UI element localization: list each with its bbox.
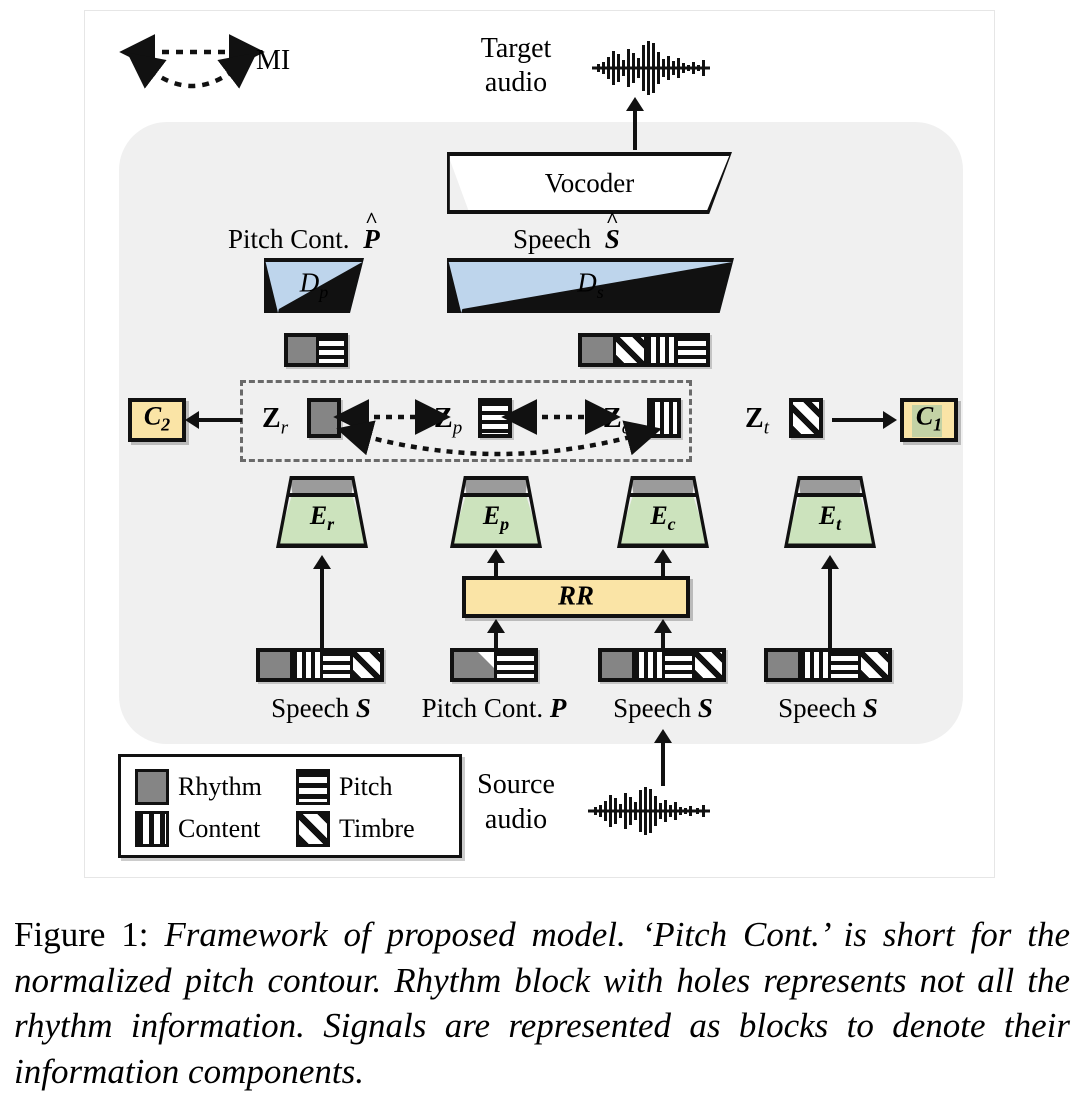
caption-body: Framework of proposed model. ‘Pitch Cont… <box>14 915 1071 1091</box>
figure-root: MI Target audio Vocoder Pitch Cont. ^ P … <box>0 0 1080 1118</box>
random-resample-block: RR <box>462 576 690 618</box>
encoder-rhythm-label: Er <box>309 500 335 534</box>
encoder-content-block: Ec <box>617 476 709 548</box>
mi-label: MI <box>256 45 291 76</box>
input-label-pitch-contour: Pitch Cont. P <box>421 693 567 723</box>
legend-label-content: Content <box>178 814 261 843</box>
input-block-speech-2 <box>598 648 726 682</box>
source-audio-label-line2: audio <box>484 804 548 835</box>
arrow-speech3-to-encoder-timbre <box>828 568 832 648</box>
timbre-swatch-icon <box>296 811 330 847</box>
speech-hat-label: Speech ^ S <box>513 207 620 254</box>
target-audio-waveform-icon <box>592 40 710 96</box>
arrow-speech1-to-encoder-rhythm <box>320 568 324 648</box>
legend-item-timbre: Timbre <box>296 811 415 847</box>
decoder-pitch-block: Z Dp <box>264 258 364 313</box>
pitch-contour-hat-label: Pitch Cont. ^ P <box>228 207 380 254</box>
legend-item-content: Content <box>135 811 260 847</box>
decoder-speech-block: Ds <box>447 258 734 313</box>
classifier-c1-label: C1 <box>915 401 943 435</box>
caption-lead: Figure 1: <box>14 915 149 954</box>
vocoder-label: Vocoder <box>544 167 635 198</box>
input-block-speech-3 <box>764 648 892 682</box>
content-swatch-icon <box>135 811 169 847</box>
decoder-input-block-speech <box>578 333 710 367</box>
legend-label-rhythm: Rhythm <box>178 772 262 801</box>
latent-zr-block <box>307 398 341 438</box>
mi-arrow-icon <box>119 34 265 102</box>
arrow-vocoder-to-target-audio <box>633 110 637 150</box>
legend-item-rhythm: Rhythm <box>135 769 262 805</box>
classifier-c1-box: C1 <box>900 398 958 442</box>
latent-zr-label: Zr <box>262 403 289 439</box>
figure-caption: Figure 1: Framework of proposed model. ‘… <box>14 912 1070 1094</box>
arrow-source-audio-to-speech2 <box>661 742 665 786</box>
input-label-speech-1: Speech S <box>271 693 371 723</box>
source-audio-label-line1: Source <box>477 769 555 800</box>
pitch-cont-hat-text: Pitch Cont. <box>228 224 350 254</box>
arrow-zt-to-c1 <box>832 418 884 422</box>
vocoder-block: Vocoder <box>447 152 732 214</box>
encoder-timbre-block: Et <box>784 476 876 548</box>
rhythm-swatch-icon <box>135 769 169 805</box>
source-audio-waveform-icon <box>588 786 710 836</box>
speech-hat-text: Speech <box>513 224 591 254</box>
decoder-input-block-pitch <box>284 333 348 367</box>
input-block-speech-1 <box>256 648 384 682</box>
rr-label: RR <box>557 580 595 611</box>
target-audio-label-line1: Target <box>480 33 552 64</box>
legend-label-timbre: Timbre <box>339 814 415 843</box>
pattern-legend: Rhythm Pitch Content Timbre <box>118 754 462 858</box>
legend-label-pitch: Pitch <box>339 772 393 801</box>
classifier-c2-box: C2 <box>128 398 186 442</box>
mi-dashed-arrows: Zp --> Zc --> Zc curved --> <box>333 399 662 462</box>
encoder-pitch-label: Ep <box>482 500 510 534</box>
pitch-swatch-icon <box>296 769 330 805</box>
target-audio-label-line2: audio <box>484 67 548 98</box>
decoder-speech-label: Ds <box>577 267 604 302</box>
decoder-pitch-label: Z Dp <box>299 267 329 302</box>
encoder-rhythm-block: Er <box>276 476 368 548</box>
encoder-pitch-block: Ep <box>450 476 542 548</box>
classifier-c2-label: C2 <box>143 401 171 435</box>
encoder-content-label: Ec <box>650 500 676 534</box>
arrow-zr-to-c2 <box>198 418 242 422</box>
input-label-speech-3: Speech S <box>778 693 878 723</box>
latent-zt-label: Zt <box>745 403 769 439</box>
legend-item-pitch: Pitch <box>296 769 392 805</box>
input-label-speech-2: Speech S <box>613 693 713 723</box>
input-block-pitch-contour <box>450 648 538 682</box>
latent-zt-block <box>789 398 823 438</box>
encoder-timbre-label: Et <box>818 500 842 534</box>
latent-zc-block <box>647 398 681 438</box>
